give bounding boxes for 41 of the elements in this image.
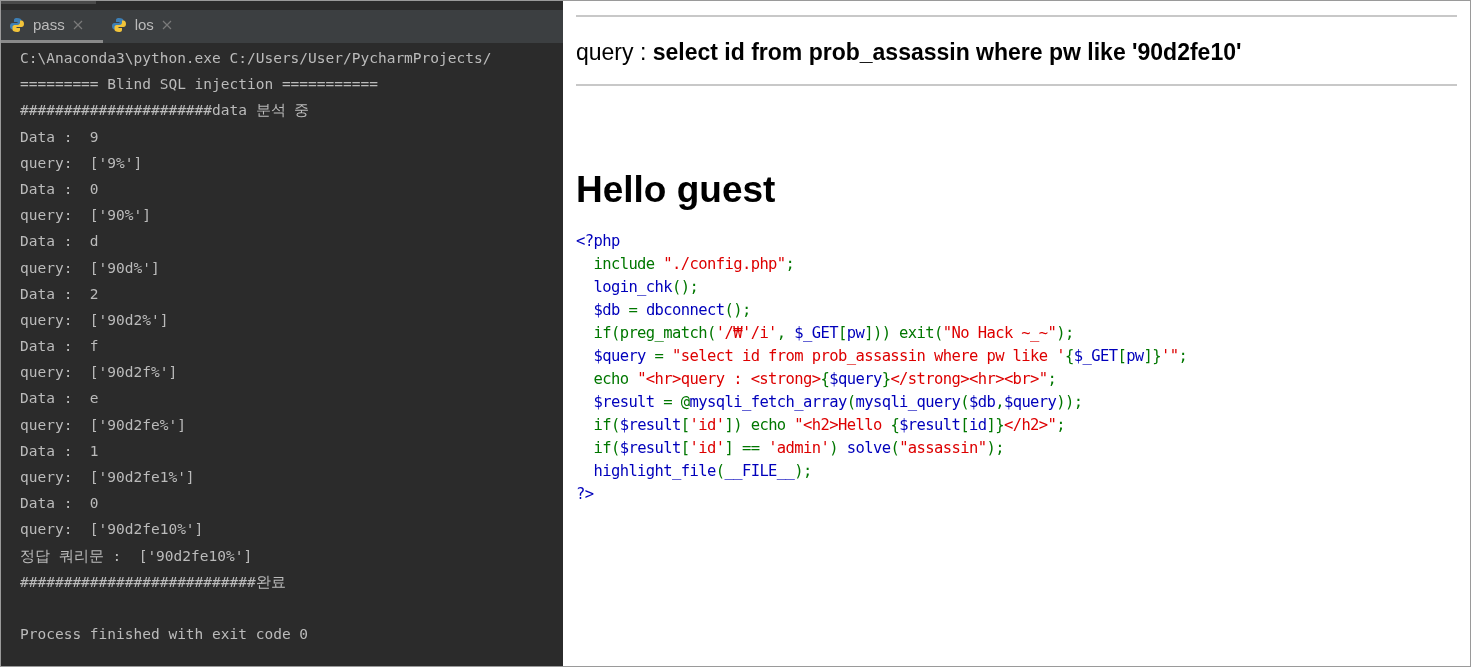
code-line: $db = dbconnect(); bbox=[592, 299, 751, 321]
console-line: Data : 2 bbox=[20, 285, 99, 302]
console-line: Data : 9 bbox=[20, 128, 99, 145]
console-line: Data : d bbox=[20, 233, 99, 250]
console-line: Data : 0 bbox=[20, 495, 99, 512]
console-line: query: ['90d2fe10%'] bbox=[20, 521, 204, 538]
close-icon[interactable] bbox=[161, 20, 172, 30]
console-line: ######################data 분석 중 bbox=[20, 102, 310, 119]
code-line: highlight_file(__FILE__); bbox=[592, 460, 812, 482]
code-line: <?php bbox=[576, 230, 620, 252]
console-line: query: ['90d2fe1%'] bbox=[20, 469, 195, 485]
code-line: ?> bbox=[576, 483, 594, 505]
code-line: if(preg_match('/₩'/i', $_GET[pw])) exit("No Hack ~_~"); bbox=[592, 322, 1074, 344]
console-line: query: ['90d2fe%'] bbox=[20, 416, 186, 433]
python-icon bbox=[9, 17, 25, 33]
code-line: if($result['id'] == 'admin') solve("assassin"); bbox=[592, 437, 1004, 459]
console-line: ###########################완료 bbox=[20, 573, 286, 590]
code-line: $query = "select id from prob_assassin where pw like '{$_GET[pw]}'"; bbox=[592, 345, 1188, 367]
code-line: if($result['id']) echo "<h2>Hello {$result[id]}</h2>"; bbox=[592, 414, 1066, 436]
console-line: query: ['90d2%'] bbox=[20, 311, 169, 328]
console-line: Data : 0 bbox=[20, 180, 99, 197]
console-line: query: ['90d2f%'] bbox=[20, 364, 178, 381]
close-icon[interactable] bbox=[72, 20, 83, 30]
console-line: query: ['9%'] bbox=[20, 154, 143, 171]
console-line: query: ['90d%'] bbox=[20, 259, 160, 276]
console-line: 정답 쿼리문 : ['90d2fe10%'] bbox=[20, 547, 253, 564]
console-line: Data : 1 bbox=[20, 442, 99, 459]
console-line: query: ['90%'] bbox=[20, 207, 151, 224]
code-line: $result = @mysqli_fetch_array(mysqli_query($db,$query)); bbox=[592, 391, 1083, 413]
console-line: ========= Blind SQL injection =========== bbox=[20, 76, 378, 93]
console-line: Process finished with exit code 0 bbox=[20, 625, 309, 642]
query-text: query : select id from prob_assassin where pw like '90d2fe10' bbox=[575, 38, 1243, 67]
python-icon bbox=[110, 17, 127, 33]
code-line: include "./config.php"; bbox=[592, 253, 795, 275]
code-line: echo "<hr>query : <strong>{$query}</strong><hr><br>"; bbox=[592, 368, 1057, 390]
console-line: C:\Anaconda3\python.exe C:/Users/User/PycharmProjects/ bbox=[20, 50, 492, 66]
editor-tab[interactable]: los bbox=[102, 10, 192, 43]
console-line: Data : e bbox=[20, 390, 99, 407]
greeting-heading: Hello guest bbox=[575, 167, 777, 212]
console-line: Data : f bbox=[20, 338, 99, 355]
code-line: login_chk(); bbox=[592, 276, 699, 298]
